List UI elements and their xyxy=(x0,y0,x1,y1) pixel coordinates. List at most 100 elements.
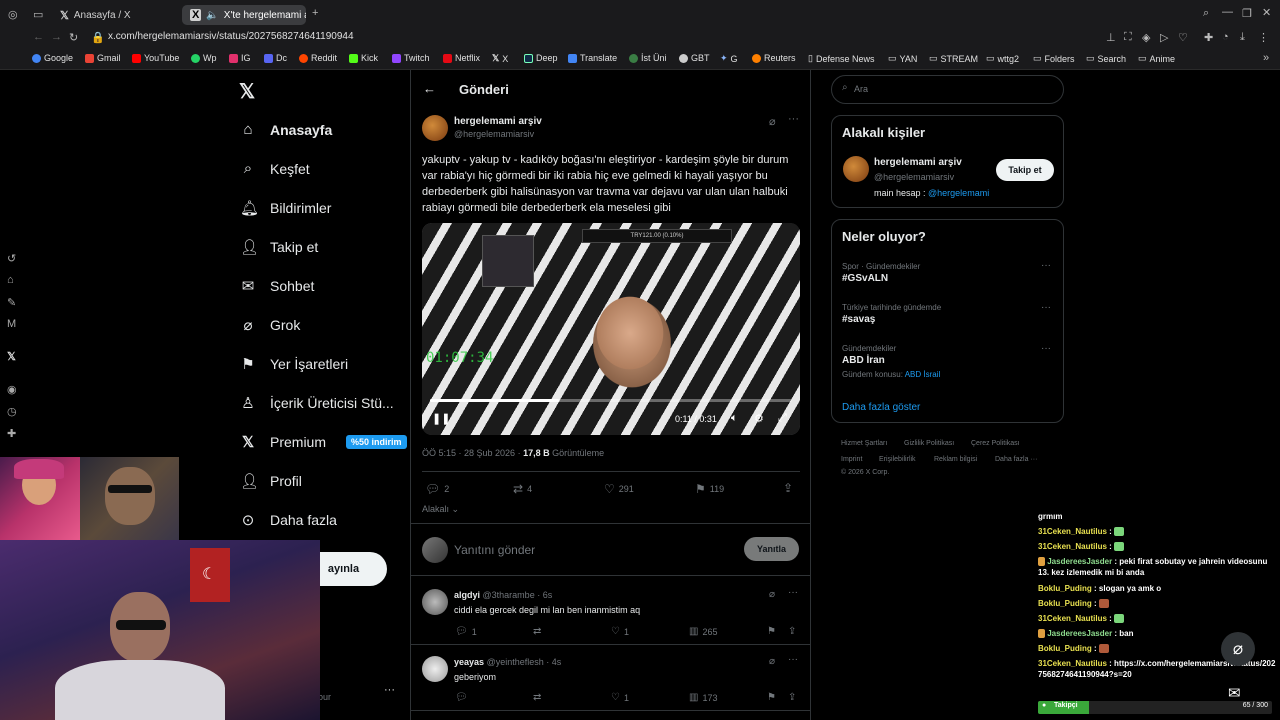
messages-icon[interactable]: ✉ xyxy=(1228,684,1241,702)
bookmark-folder[interactable]: ▭ Anime xyxy=(1138,53,1175,64)
bookmark-item[interactable]: Google xyxy=(32,53,73,63)
history-icon[interactable]: ↺ xyxy=(7,252,16,265)
nav-creator-studio[interactable]: ♙ İçerik Üreticisi Stü... xyxy=(240,394,393,412)
bookmark-button[interactable]: ⚑ xyxy=(767,692,776,703)
footer-link[interactable]: Hizmet Şartları xyxy=(841,440,887,447)
grok-icon[interactable]: ⌀ xyxy=(769,656,775,667)
related-handle[interactable]: @hergelemamiarsiv xyxy=(874,172,954,182)
more-icon[interactable]: ··· xyxy=(1041,260,1051,271)
account-more-icon[interactable]: ··· xyxy=(384,684,395,696)
heart-icon[interactable]: ♡ xyxy=(1178,31,1188,44)
repost-button[interactable]: ⇄ 4 xyxy=(513,482,532,496)
like-button[interactable]: ♡ 1 xyxy=(611,626,629,637)
more-icon[interactable]: ··· xyxy=(1041,343,1051,354)
bookmark-button[interactable]: ⚑ xyxy=(767,626,776,637)
forward-icon[interactable]: → xyxy=(51,31,62,43)
nav-profile[interactable]: 👤︎ Profil xyxy=(240,472,302,490)
trend-item[interactable]: Gündemdekiler ABD İran Gündem konusu: AB… xyxy=(842,344,940,379)
extensions-icon[interactable]: ✚ xyxy=(1204,31,1213,44)
browser-menu-icon[interactable]: ◎ xyxy=(8,8,18,21)
bookmark-item[interactable]: Translate xyxy=(568,53,617,63)
video-progress-track[interactable] xyxy=(430,399,792,402)
reply-author[interactable]: algdyi @3tharambe · 6s xyxy=(454,590,552,600)
follow-button[interactable]: Takip et xyxy=(996,159,1054,181)
play-panel-icon[interactable]: ◉ xyxy=(7,383,17,396)
snapshot-icon[interactable]: ⛶ xyxy=(1124,31,1132,44)
share-button[interactable]: ⇪ xyxy=(788,692,796,703)
maximize-button[interactable]: ❐ xyxy=(1242,7,1252,20)
repost-button[interactable]: ⇄ xyxy=(533,692,541,703)
footer-link[interactable]: Çerez Politikası xyxy=(971,440,1020,447)
bookmark-item[interactable]: Dc xyxy=(264,53,287,63)
reply-author[interactable]: yeayas @yeintheflesh · 4s xyxy=(454,657,561,667)
minimize-button[interactable]: — xyxy=(1222,6,1233,18)
volume-icon[interactable]: 🔈︎ xyxy=(731,412,738,425)
bookmark-item[interactable]: Gmail xyxy=(85,53,121,63)
views-button[interactable]: ▥ 173 xyxy=(689,692,717,703)
author-avatar[interactable] xyxy=(422,115,448,141)
nav-chat[interactable]: ✉ Sohbet xyxy=(240,277,315,295)
share-button[interactable]: ⇪ xyxy=(788,626,796,637)
more-icon[interactable]: ··· xyxy=(1041,302,1051,313)
reply-button[interactable]: 💬︎ 1 xyxy=(455,626,477,637)
x-panel-icon[interactable]: 𝕏 xyxy=(7,350,16,363)
bookmark-item[interactable]: ▯ Defense News xyxy=(808,53,874,64)
nav-premium[interactable]: 𝕏 Premium %50 indirim xyxy=(240,433,407,451)
bookmark-item[interactable]: GBT xyxy=(679,53,710,63)
footer-link[interactable]: Daha fazla ··· xyxy=(995,456,1037,463)
bookmark-item[interactable]: Wp xyxy=(191,53,217,63)
trend-item[interactable]: Türkiye tarihinde gündemde #savaş xyxy=(842,303,941,325)
nav-home[interactable]: ⌂ Anasayfa xyxy=(240,121,332,138)
more-icon[interactable]: ··· xyxy=(788,113,799,125)
bookmark-item[interactable]: Reuters xyxy=(752,53,796,63)
bookmark-item[interactable]: YouTube xyxy=(132,53,179,63)
grok-icon[interactable]: ⌀ xyxy=(769,589,775,600)
like-button[interactable]: ♡ 291 xyxy=(604,482,634,496)
bookmark-item[interactable]: Deep xyxy=(524,53,558,63)
search-input[interactable]: ⌕ Ara xyxy=(831,75,1064,104)
download-icon[interactable]: ⤓ xyxy=(1240,31,1245,44)
bookmark-item[interactable]: Netflix xyxy=(443,53,480,63)
reply-avatar[interactable] xyxy=(422,589,448,615)
footer-link[interactable]: Reklam bilgisi xyxy=(934,456,977,463)
more-icon[interactable]: ··· xyxy=(788,654,798,665)
settings-icon[interactable]: ⚙ xyxy=(754,412,764,425)
reply-button[interactable]: 💬︎ 2 xyxy=(425,482,449,496)
bookmark-item[interactable]: İst Üni xyxy=(629,53,667,63)
reply-avatar[interactable] xyxy=(422,656,448,682)
like-button[interactable]: ♡ 1 xyxy=(611,692,629,703)
clock-icon[interactable]: ◷ xyxy=(7,405,17,418)
reply-button[interactable]: 💬︎ xyxy=(455,692,468,703)
sort-dropdown[interactable]: Alakalı ⌄ xyxy=(422,504,459,515)
bookmark-item[interactable]: 𝕏X xyxy=(492,53,508,64)
bookmarks-overflow-icon[interactable]: » xyxy=(1263,52,1269,64)
reply-submit-button[interactable]: Yanıtla xyxy=(744,537,799,561)
mail-panel-icon[interactable]: M xyxy=(7,318,16,330)
nav-grok[interactable]: ⌀ Grok xyxy=(240,316,300,334)
footer-link[interactable]: Erişilebilirlik xyxy=(879,456,916,463)
close-button[interactable]: ✕ xyxy=(1262,6,1271,19)
bookmark-folder[interactable]: ▭ Search xyxy=(1086,53,1126,64)
pin-icon[interactable]: ⊥ xyxy=(1106,31,1116,44)
reload-icon[interactable]: ↻ xyxy=(69,31,78,44)
show-more-link[interactable]: Daha fazla göster xyxy=(842,402,920,413)
bookmark-folder[interactable]: ▭ STREAM xyxy=(929,53,978,64)
tab-post[interactable]: X 🔈 X'te hergelemami arşiv xyxy=(182,5,306,25)
play-icon[interactable]: ▷ xyxy=(1160,31,1168,44)
search-tabs-icon[interactable]: ⌕ xyxy=(1203,7,1209,20)
footer-link[interactable]: Imprint xyxy=(841,456,862,463)
nav-follow[interactable]: 👤︎ Takip et xyxy=(240,238,318,256)
tab-home[interactable]: 𝕏 Anasayfa / X xyxy=(52,5,180,25)
grok-icon[interactable]: ⌀ xyxy=(769,115,776,128)
bookmark-item[interactable]: Reddit xyxy=(299,53,337,63)
bookmark-folder[interactable]: ▭ wttg2 xyxy=(986,53,1019,64)
back-arrow-icon[interactable]: ← xyxy=(423,81,436,96)
bookmark-item[interactable]: Kick xyxy=(349,53,378,63)
repost-button[interactable]: ⇄ xyxy=(533,626,541,637)
bookmark-item[interactable]: ✦ G xyxy=(720,53,738,64)
tab-overview-icon[interactable]: ▭ xyxy=(33,8,43,21)
views-button[interactable]: ▥ 265 xyxy=(689,626,717,637)
pause-icon[interactable]: ❚❚ xyxy=(432,412,450,425)
nav-more[interactable]: ⊙ Daha fazla xyxy=(240,511,337,529)
bookmark-folder[interactable]: ▭ YAN xyxy=(888,53,917,64)
